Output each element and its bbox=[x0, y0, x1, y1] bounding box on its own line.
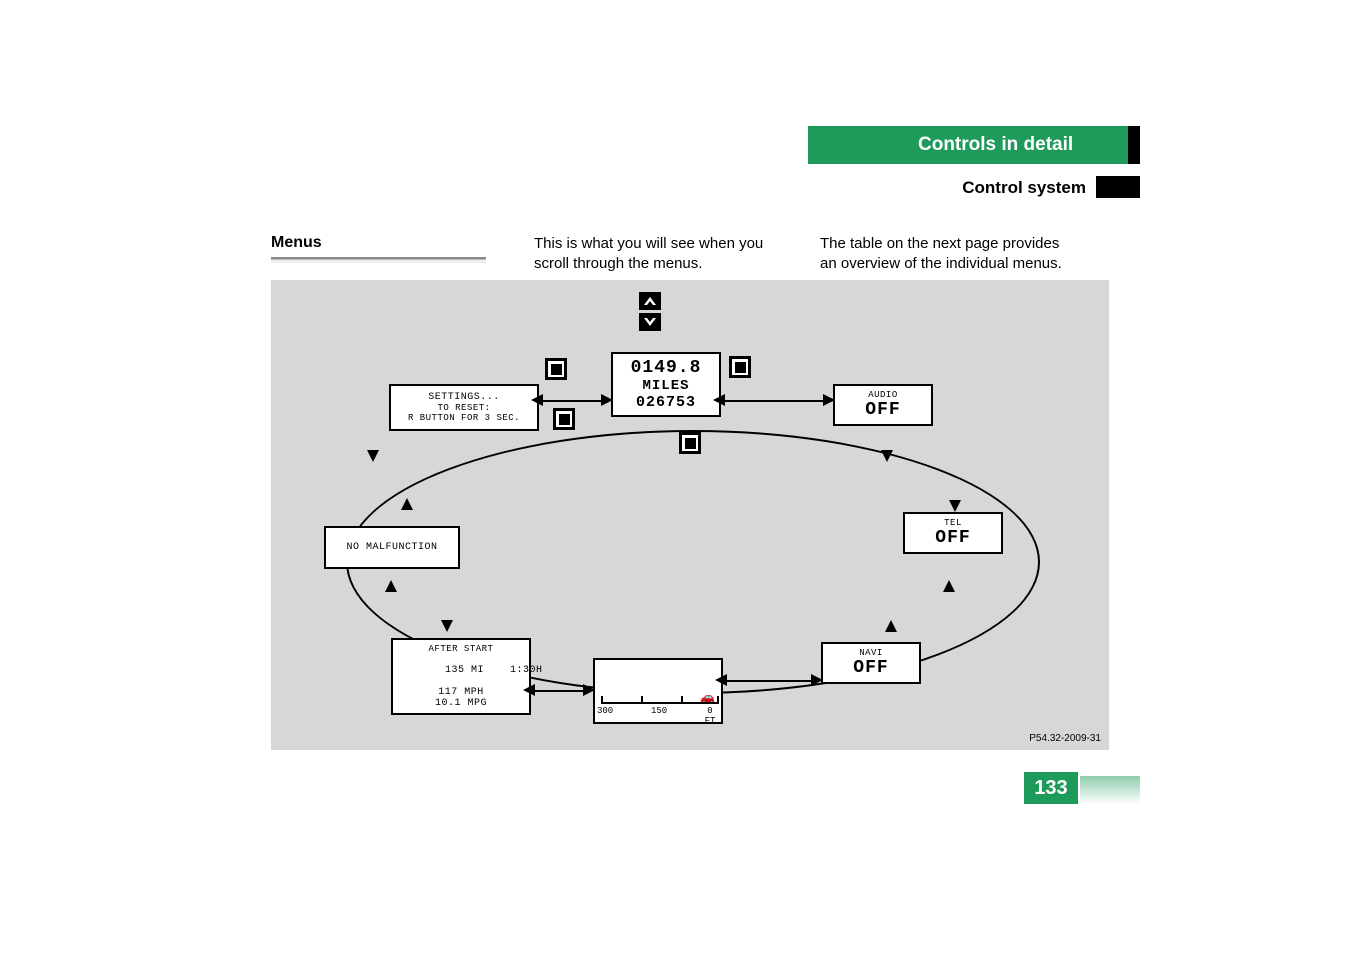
section-heading: Menus bbox=[271, 234, 322, 252]
ring-arrow-icon bbox=[367, 450, 379, 462]
screen-trip-computer: AFTER START 135 MI 1:30H 117 MPH 10.1 MP… bbox=[391, 638, 531, 715]
arrowhead-right-icon bbox=[823, 394, 835, 406]
figure-id: P54.32-2009-31 bbox=[1029, 733, 1101, 744]
page-icon bbox=[553, 408, 575, 430]
trip-odometer: 0149.8 bbox=[613, 358, 719, 378]
screen-malfunction: NO MALFUNCTION bbox=[324, 526, 460, 569]
chapter-tab-thumb bbox=[1128, 126, 1140, 164]
tel-state: OFF bbox=[905, 528, 1001, 548]
arrowhead-left-icon bbox=[523, 684, 535, 696]
arrowhead-left-icon bbox=[715, 674, 727, 686]
navi-label: NAVI bbox=[823, 648, 919, 658]
section-tab-thumb bbox=[1096, 176, 1140, 198]
arrowhead-right-icon bbox=[601, 394, 613, 406]
arrow-up-icon bbox=[639, 292, 661, 310]
arrowhead-left-icon bbox=[713, 394, 725, 406]
arrowhead-right-icon bbox=[811, 674, 823, 686]
settings-reset-1: TO RESET: bbox=[391, 403, 537, 413]
page-icon bbox=[545, 358, 567, 380]
scale-150: 150 bbox=[651, 706, 667, 716]
scale-0ft: 0 FT bbox=[701, 706, 719, 726]
settings-label: SETTINGS... bbox=[391, 392, 537, 403]
ring-arrow-icon bbox=[881, 450, 893, 462]
total-odometer: 026753 bbox=[613, 394, 719, 411]
screen-audio: AUDIO OFF bbox=[833, 384, 933, 426]
body-text-col2: The table on the next page provides an o… bbox=[820, 234, 1076, 275]
chapter-tab-label: Controls in detail bbox=[918, 134, 1073, 156]
ring-arrow-icon bbox=[949, 500, 961, 512]
tc-title: AFTER START bbox=[393, 644, 529, 654]
body-text-col1: This is what you will see when you scrol… bbox=[534, 234, 790, 275]
arrowhead-right-icon bbox=[583, 684, 595, 696]
page-number-value: 133 bbox=[1034, 777, 1067, 800]
arrow-down-icon bbox=[639, 313, 661, 331]
screen-distance: 🚗 300 150 0 FT bbox=[593, 658, 723, 724]
ring-arrow-icon bbox=[943, 580, 955, 592]
trip-unit: MILES bbox=[613, 378, 719, 394]
connector-line bbox=[725, 680, 817, 682]
screen-settings: SETTINGS... TO RESET: R BUTTON FOR 3 SEC… bbox=[389, 384, 539, 431]
tc-row: 135 MI 1:30H bbox=[393, 654, 529, 687]
screen-tel: TEL OFF bbox=[903, 512, 1003, 554]
ring-arrow-icon bbox=[401, 498, 413, 510]
tel-label: TEL bbox=[905, 518, 1001, 528]
settings-reset-2: R BUTTON FOR 3 SEC. bbox=[391, 413, 537, 423]
page-icon bbox=[729, 356, 751, 378]
ring-arrow-icon bbox=[885, 620, 897, 632]
screen-trip: 0149.8 MILES 026753 bbox=[611, 352, 721, 417]
navi-state: OFF bbox=[823, 658, 919, 678]
distance-scale: 300 150 0 FT bbox=[601, 702, 719, 718]
page-number: 133 bbox=[1024, 772, 1078, 804]
section-tab-label: Control system bbox=[808, 178, 1086, 200]
scale-300: 300 bbox=[597, 706, 613, 716]
page-number-shadow bbox=[1080, 776, 1140, 804]
screen-navi: NAVI OFF bbox=[821, 642, 921, 684]
audio-state: OFF bbox=[835, 400, 931, 420]
malfunction-msg: NO MALFUNCTION bbox=[326, 542, 458, 553]
tc-distance: 135 MI bbox=[445, 665, 484, 676]
ring-arrow-icon bbox=[385, 580, 397, 592]
tc-time: 1:30H bbox=[510, 665, 543, 676]
menu-ring-figure: 0149.8 MILES 026753 SETTINGS... TO RESET… bbox=[271, 280, 1109, 750]
audio-label: AUDIO bbox=[835, 390, 931, 400]
connector-line bbox=[723, 400, 829, 402]
ring-arrow-icon bbox=[441, 620, 453, 632]
connector-line bbox=[533, 690, 589, 692]
section-rule bbox=[271, 257, 486, 263]
chapter-tab: Controls in detail bbox=[808, 126, 1128, 164]
tc-speed: 117 MPH bbox=[393, 687, 529, 698]
connector-line bbox=[541, 400, 607, 402]
tc-mpg: 10.1 MPG bbox=[393, 698, 529, 709]
arrowhead-left-icon bbox=[531, 394, 543, 406]
